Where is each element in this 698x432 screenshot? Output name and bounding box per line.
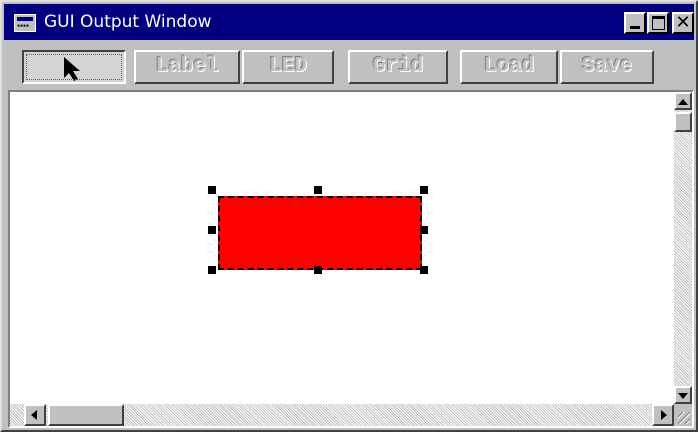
arrow-up-icon [678,99,688,105]
resize-handle-w[interactable] [208,226,216,234]
resize-grip-icon[interactable] [674,404,692,426]
window-title: GUI Output Window [44,12,212,32]
drawing-canvas[interactable] [10,92,674,404]
label-tool-button[interactable]: Label [134,50,240,84]
scroll-up-button[interactable] [674,92,692,110]
horizontal-scrollbar[interactable] [10,404,674,426]
save-button[interactable]: Save [560,50,654,84]
vertical-scroll-thumb[interactable] [674,112,692,132]
minimize-icon [630,26,640,29]
arrow-down-icon [678,393,688,399]
client-area [8,90,694,428]
cursor-arrow-icon [64,57,80,81]
app-window-icon[interactable]: ▪▪▪▪ [14,14,36,32]
horizontal-scroll-thumb[interactable] [48,404,124,426]
resize-handle-n[interactable] [314,186,322,194]
resize-handle-s[interactable] [314,266,322,274]
close-icon: ✕ [675,12,691,33]
resize-handle-e[interactable] [420,226,428,234]
minimize-button[interactable] [624,12,646,34]
scroll-left-button[interactable] [24,404,46,426]
vertical-scrollbar[interactable] [674,92,692,404]
led-tool-button[interactable]: LED [242,50,334,84]
resize-handle-sw[interactable] [208,266,216,274]
scroll-right-button[interactable] [652,404,674,426]
close-button[interactable]: ✕ [672,12,694,34]
selected-red-rectangle[interactable] [218,196,422,270]
grid-tool-button[interactable]: Grid [348,50,448,84]
maximize-button[interactable] [647,12,669,34]
maximize-icon [652,16,665,30]
toolbar: Label LED Grid Load Save [4,44,694,88]
title-bar[interactable]: ▪▪▪▪ GUI Output Window ✕ [4,4,694,40]
resize-handle-ne[interactable] [420,186,428,194]
load-button[interactable]: Load [460,50,558,84]
arrow-left-icon [31,410,37,420]
resize-handle-se[interactable] [420,266,428,274]
arrow-right-icon [661,410,667,420]
pointer-tool-button[interactable] [22,50,126,84]
scroll-down-button[interactable] [674,386,692,404]
resize-handle-nw[interactable] [208,186,216,194]
gui-output-window: ▪▪▪▪ GUI Output Window ✕ Label LED Grid … [0,0,698,432]
